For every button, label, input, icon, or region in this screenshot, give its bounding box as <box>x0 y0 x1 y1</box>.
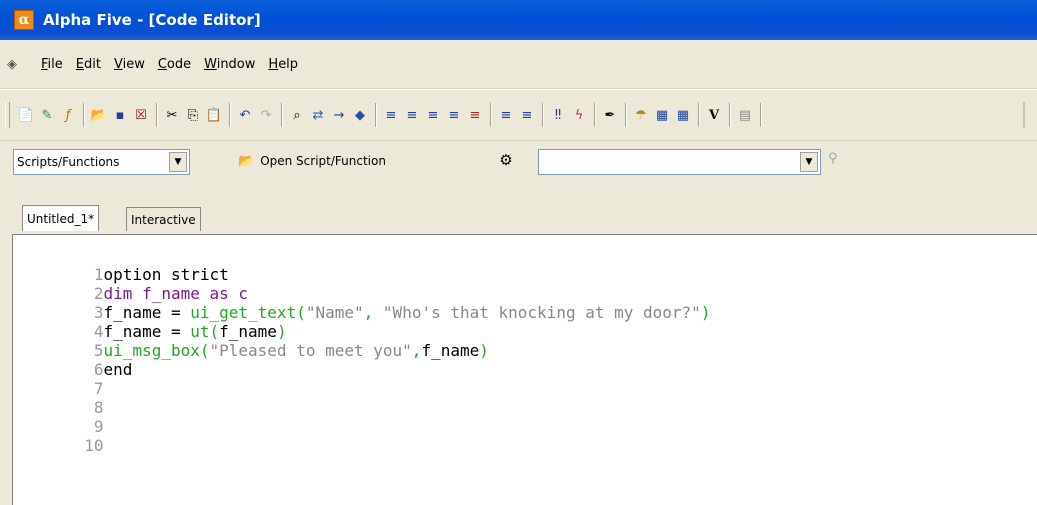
indent-icon[interactable]: ≡ <box>444 104 464 126</box>
outdent-icon[interactable]: ≡ <box>465 104 485 126</box>
align-justify-icon[interactable]: ≡ <box>423 104 443 126</box>
close-icon[interactable]: ☒ <box>131 104 151 126</box>
new-script-icon[interactable]: 📄 <box>16 104 36 126</box>
scripts-functions-select[interactable]: Scripts/Functions ▼ <box>13 149 190 175</box>
toolbar-separator <box>281 103 283 127</box>
toolbar-separator <box>83 103 85 127</box>
code-line[interactable]: 3f_name = ui_get_text("Name", "Who's tha… <box>13 284 1013 322</box>
menu-edit[interactable]: Edit <box>76 57 101 72</box>
toolbar-separator <box>229 103 231 127</box>
menu-view-rest: iew <box>122 56 145 72</box>
new-function-icon[interactable]: ✎ <box>37 104 57 126</box>
scripts-select-value: Scripts/Functions <box>17 155 120 169</box>
menu-file[interactable]: File <box>41 57 63 72</box>
open-script-function-button[interactable]: 📂 Open Script/Function <box>238 149 386 173</box>
menu-window[interactable]: Window <box>204 57 255 72</box>
chevron-down-icon[interactable]: ▼ <box>800 152 818 172</box>
toolbar-separator <box>698 103 700 127</box>
open-icon[interactable]: 📂 <box>89 104 109 126</box>
toolbar-separator <box>594 103 596 127</box>
line-number: 10 <box>84 436 104 455</box>
menu-bar: ◈ File Edit View Code Window Help <box>0 40 1037 89</box>
document-icon[interactable]: ◈ <box>7 57 21 72</box>
toolbar-separator <box>760 103 762 127</box>
toolbar: 📄 ✎ ƒ 📂 ▪ ☒ ✂ ⎘ 📋 ↶ ↷ ⌕ ⇄ → ◆ ≡ ≡ ≡ ≡ ≡ … <box>0 89 1037 140</box>
toolbar-handle[interactable] <box>5 102 10 128</box>
redo-icon[interactable]: ↷ <box>256 104 276 126</box>
library-icon[interactable]: ▦ <box>652 104 672 126</box>
editor-tabs: Untitled_1* Interactive <box>0 189 1037 235</box>
library2-icon[interactable]: ▦ <box>673 104 693 126</box>
code-editor[interactable]: 1option strict 2dim f_name as c 3f_name … <box>12 234 1037 505</box>
save-icon[interactable]: ▪ <box>110 104 130 126</box>
toolbar-separator <box>375 103 377 127</box>
goto-icon[interactable]: → <box>329 104 349 126</box>
compile-icon[interactable]: ⚙ <box>496 150 516 170</box>
search-icon[interactable]: ⚲ <box>828 151 838 166</box>
align-center-icon[interactable]: ≡ <box>402 104 422 126</box>
toolbar-separator <box>625 103 627 127</box>
lightning-icon[interactable]: ϟ <box>569 104 589 126</box>
code-line[interactable]: 6end <box>13 341 1013 379</box>
debug-icon[interactable]: ☂ <box>631 104 651 126</box>
code-line[interactable]: 7 <box>13 360 1013 398</box>
toolbar-separator <box>542 103 544 127</box>
menu-window-rest: indow <box>216 56 256 72</box>
menu-code-rest: ode <box>166 56 192 72</box>
variables-icon[interactable]: V <box>704 104 724 126</box>
calendar-icon[interactable]: ▤ <box>735 104 755 126</box>
code-line[interactable]: 1option strict <box>13 246 1013 284</box>
copy-icon[interactable]: ⎘ <box>183 104 203 126</box>
cut-icon[interactable]: ✂ <box>162 104 182 126</box>
code-line[interactable]: 10 <box>13 417 1013 455</box>
function-combo[interactable]: ▼ <box>538 149 821 175</box>
menu-code[interactable]: Code <box>158 57 191 72</box>
menu-help[interactable]: Help <box>268 57 298 72</box>
open-script-function-label: Open Script/Function <box>260 154 386 168</box>
replace-icon[interactable]: ⇄ <box>308 104 328 126</box>
run-icon[interactable]: ◆ <box>350 104 370 126</box>
menu-help-rest: elp <box>278 56 299 72</box>
align-left-icon[interactable]: ≡ <box>381 104 401 126</box>
menu-view[interactable]: View <box>114 57 145 72</box>
undo-icon[interactable]: ↶ <box>235 104 255 126</box>
toolbar-separator <box>156 103 158 127</box>
tab-untitled-1[interactable]: Untitled_1* <box>22 205 100 231</box>
title-bar[interactable]: α Alpha Five - [Code Editor] <box>0 0 1037 40</box>
comment-icon[interactable]: ≡ <box>496 104 516 126</box>
code-line[interactable]: 5ui_msg_box("Pleased to meet you",f_name… <box>13 322 1013 360</box>
window-title: Alpha Five - [Code Editor] <box>43 11 261 29</box>
paste-icon[interactable]: 📋 <box>204 104 224 126</box>
menu-edit-rest: dit <box>84 56 101 72</box>
menu-file-rest: ile <box>47 56 63 72</box>
toolbar-separator <box>729 103 731 127</box>
breakpoint-icon[interactable]: ‼ <box>548 104 568 126</box>
app-icon[interactable]: α <box>14 10 34 30</box>
toolbar-separator <box>490 103 492 127</box>
code-line[interactable]: 8 <box>13 379 1013 417</box>
code-line[interactable]: 2dim f_name as c <box>13 265 1013 303</box>
chevron-down-icon[interactable]: ▼ <box>169 152 187 172</box>
uncomment-icon[interactable]: ≡ <box>517 104 537 126</box>
find-icon[interactable]: ⌕ <box>287 104 307 126</box>
open-folder-icon: 📂 <box>238 153 255 169</box>
pen-icon[interactable]: ✒ <box>600 104 620 126</box>
tab-interactive[interactable]: Interactive <box>126 207 201 231</box>
toolbar-end-handle <box>1023 102 1025 128</box>
script-bar: Scripts/Functions ▼ 📂 Open Script/Functi… <box>0 140 1037 189</box>
code-line[interactable]: 9 <box>13 398 1013 436</box>
fx-icon[interactable]: ƒ <box>58 104 78 126</box>
code-line[interactable]: 4f_name = ut(f_name) <box>13 303 1013 341</box>
